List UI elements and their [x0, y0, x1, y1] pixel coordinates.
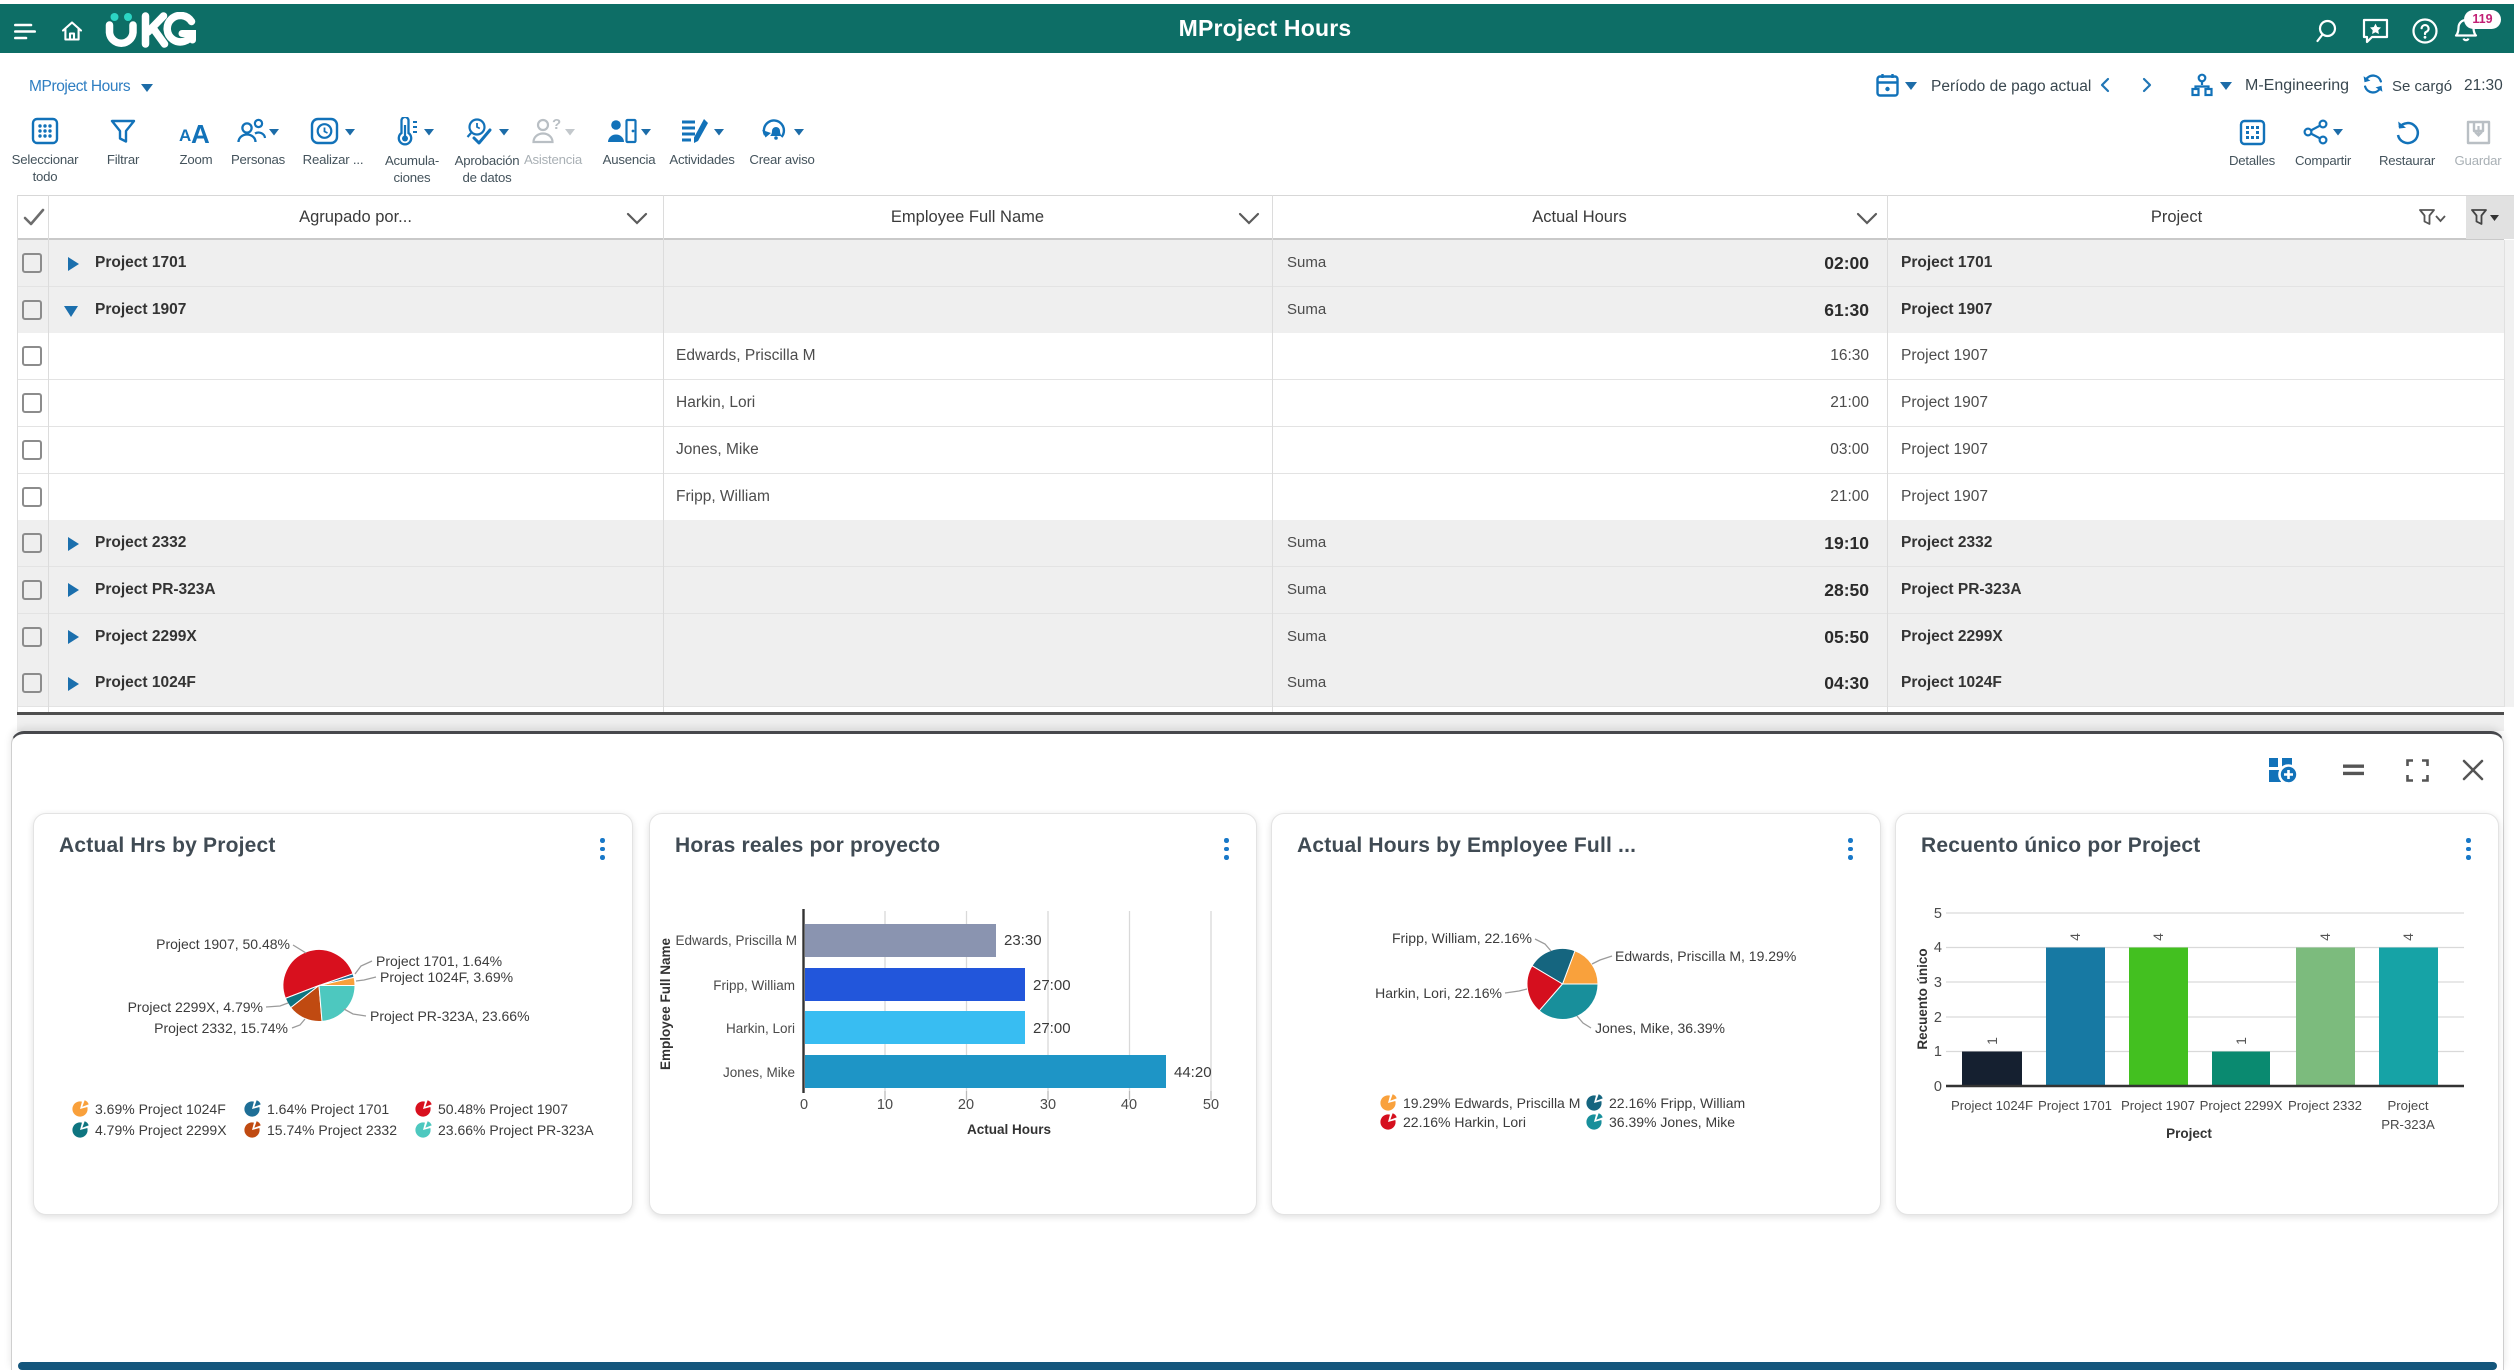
svg-text:Fripp, William, 22.16%: Fripp, William, 22.16% — [1392, 930, 1532, 946]
svg-text:27:00: 27:00 — [1033, 1020, 1071, 1037]
svg-text:4: 4 — [2400, 933, 2416, 941]
svg-text:30: 30 — [1040, 1097, 1056, 1113]
svg-text:15.74% Project 2332: 15.74% Project 2332 — [267, 1122, 397, 1138]
svg-text:Employee Full Name: Employee Full Name — [658, 937, 673, 1070]
svg-text:Project 1024F: Project 1024F — [1951, 1098, 2033, 1113]
svg-text:23:30: 23:30 — [1004, 932, 1042, 949]
svg-text:1: 1 — [1984, 1037, 2000, 1045]
svg-text:Project PR-323A, 23.66%: Project PR-323A, 23.66% — [370, 1008, 530, 1024]
svg-text:50.48% Project 1907: 50.48% Project 1907 — [438, 1101, 568, 1117]
svg-text:Actual Hours: Actual Hours — [967, 1122, 1051, 1137]
svg-text:Project: Project — [2166, 1126, 2212, 1141]
svg-text:A: A — [191, 119, 210, 145]
svg-text:Fripp, William: Fripp, William — [713, 978, 795, 993]
svg-text:Jones, Mike, 36.39%: Jones, Mike, 36.39% — [1595, 1020, 1725, 1036]
svg-text:4: 4 — [1934, 940, 1942, 956]
svg-text:23.66% Project PR-323A: 23.66% Project PR-323A — [438, 1122, 594, 1138]
svg-text:Project 1701: Project 1701 — [2038, 1098, 2112, 1113]
svg-text:Jones, Mike: Jones, Mike — [723, 1065, 795, 1080]
svg-text:5: 5 — [1934, 906, 1942, 922]
svg-text:50: 50 — [1203, 1097, 1219, 1113]
svg-text:0: 0 — [800, 1097, 808, 1113]
svg-text:Project 1907, 50.48%: Project 1907, 50.48% — [156, 936, 290, 952]
svg-text:Recuento único: Recuento único — [1915, 948, 1930, 1049]
svg-text:4: 4 — [2150, 933, 2166, 941]
svg-text:40: 40 — [1121, 1097, 1137, 1113]
svg-text:10: 10 — [877, 1097, 893, 1113]
svg-text:22.16% Harkin, Lori: 22.16% Harkin, Lori — [1403, 1114, 1526, 1130]
svg-text:19.29% Edwards, Priscilla M: 19.29% Edwards, Priscilla M — [1403, 1095, 1580, 1111]
svg-text:Project 1024F, 3.69%: Project 1024F, 3.69% — [380, 969, 513, 985]
svg-text:1: 1 — [1934, 1044, 1942, 1060]
svg-text:4: 4 — [2067, 933, 2083, 941]
svg-text:Harkin, Lori: Harkin, Lori — [726, 1021, 795, 1036]
svg-text:27:00: 27:00 — [1033, 977, 1071, 994]
svg-text:4: 4 — [2317, 933, 2333, 941]
svg-text:1.64% Project 1701: 1.64% Project 1701 — [267, 1101, 389, 1117]
svg-text:44:20: 44:20 — [1174, 1064, 1212, 1081]
svg-text:20: 20 — [958, 1097, 974, 1113]
svg-text:PR-323A: PR-323A — [2381, 1117, 2435, 1132]
svg-text:Project 2299X: Project 2299X — [2200, 1098, 2283, 1113]
svg-text:A: A — [179, 126, 191, 145]
svg-text:Project: Project — [2387, 1098, 2428, 1113]
svg-text:Project 2299X, 4.79%: Project 2299X, 4.79% — [128, 999, 263, 1015]
svg-text:Edwards, Priscilla M: Edwards, Priscilla M — [675, 933, 797, 948]
svg-text:1: 1 — [2233, 1037, 2249, 1045]
svg-text:Harkin, Lori, 22.16%: Harkin, Lori, 22.16% — [1375, 985, 1502, 1001]
svg-text:3.69% Project 1024F: 3.69% Project 1024F — [95, 1101, 226, 1117]
svg-text:4.79% Project 2299X: 4.79% Project 2299X — [95, 1122, 227, 1138]
svg-text:Project 2332: Project 2332 — [2288, 1098, 2362, 1113]
svg-text:36.39% Jones, Mike: 36.39% Jones, Mike — [1609, 1114, 1735, 1130]
svg-text:Project 1701, 1.64%: Project 1701, 1.64% — [376, 953, 502, 969]
svg-text:3: 3 — [1934, 975, 1942, 991]
svg-text:2: 2 — [1934, 1010, 1942, 1026]
svg-text:0: 0 — [1934, 1079, 1942, 1095]
svg-text:Project 1907: Project 1907 — [2121, 1098, 2195, 1113]
svg-text:22.16% Fripp, William: 22.16% Fripp, William — [1609, 1095, 1745, 1111]
svg-text:Project 2332, 15.74%: Project 2332, 15.74% — [154, 1020, 288, 1036]
svg-text:?: ? — [552, 117, 561, 133]
svg-text:Edwards, Priscilla M, 19.29%: Edwards, Priscilla M, 19.29% — [1615, 948, 1796, 964]
